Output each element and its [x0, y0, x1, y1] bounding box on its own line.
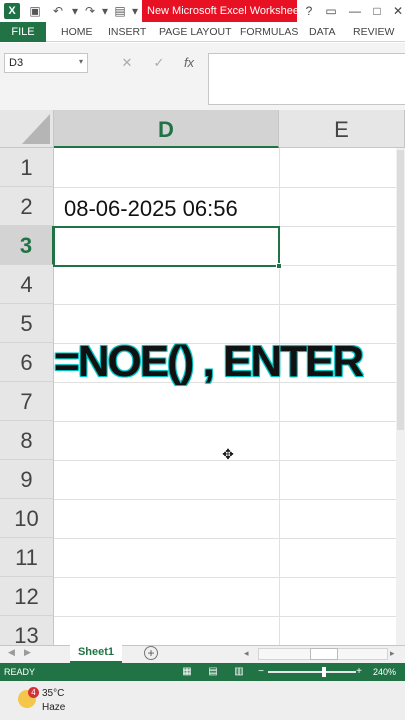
undo-icon[interactable]: ↶	[50, 3, 66, 19]
row-header-12[interactable]: 12	[0, 577, 54, 616]
row-header-4[interactable]: 4	[0, 265, 54, 304]
insert-function-icon[interactable]: fx	[180, 54, 198, 72]
zoom-slider-knob[interactable]	[322, 667, 326, 677]
gridline	[54, 577, 405, 578]
gridline	[54, 499, 405, 500]
save-icon[interactable]: ▣	[27, 3, 43, 19]
cancel-icon[interactable]: ✕	[118, 54, 136, 72]
tab-data[interactable]: DATA	[309, 22, 335, 42]
status-ready: READY	[4, 667, 36, 677]
normal-view-icon[interactable]: ▦	[180, 665, 194, 679]
tab-insert[interactable]: INSERT	[108, 22, 146, 42]
row-header-6[interactable]: 6	[0, 343, 54, 382]
zoom-slider[interactable]	[268, 671, 356, 673]
vertical-scrollbar-thumb[interactable]	[397, 150, 404, 430]
name-box-dropdown-icon[interactable]: ▾	[76, 55, 86, 69]
zoom-level[interactable]: 240%	[373, 663, 396, 681]
tab-scroll-right-icon[interactable]: ▶	[24, 647, 31, 658]
zoom-in-button[interactable]: +	[352, 665, 366, 679]
row-header-5[interactable]: 5	[0, 304, 54, 343]
row-header-7[interactable]: 7	[0, 382, 54, 421]
help-button[interactable]: ?	[300, 2, 318, 20]
weather-badge: 4	[28, 687, 39, 698]
hscroll-left-icon[interactable]: ◂	[244, 648, 249, 659]
restore-button[interactable]: □	[368, 2, 386, 20]
sheet-tab-sheet1[interactable]: Sheet1	[70, 643, 122, 663]
overlay-caption: =NOE() , ENTER	[54, 337, 364, 386]
enter-icon[interactable]: ✓	[150, 54, 168, 72]
quick-print-icon[interactable]: ▤	[112, 3, 128, 19]
row-header-11[interactable]: 11	[0, 538, 54, 577]
gridline	[54, 187, 405, 188]
add-sheet-button[interactable]: +	[144, 646, 158, 660]
formula-input[interactable]	[208, 53, 405, 105]
minimize-button[interactable]: —	[346, 2, 364, 20]
row-header-2[interactable]: 2	[0, 187, 54, 226]
gridline	[54, 616, 405, 617]
gridline	[279, 148, 280, 646]
tab-review[interactable]: REVIEW	[353, 22, 394, 42]
row-header-1[interactable]: 1	[0, 148, 54, 187]
cell-cursor-icon: ✥	[222, 446, 234, 462]
redo-dropdown-icon[interactable]: ▾	[97, 3, 113, 19]
tab-home[interactable]: HOME	[61, 22, 93, 42]
close-button[interactable]: ✕	[389, 2, 405, 20]
gridline	[54, 421, 405, 422]
tab-page-layout[interactable]: PAGE LAYOUT	[159, 22, 232, 42]
redo-icon[interactable]: ↷	[82, 3, 98, 19]
gridline	[54, 304, 405, 305]
row-header-8[interactable]: 8	[0, 421, 54, 460]
cell-d2[interactable]: 08-06-2025 06:56	[64, 190, 279, 228]
customize-toolbar-icon[interactable]: ▾	[127, 3, 143, 19]
taskbar	[0, 681, 405, 720]
select-all-triangle-icon	[22, 114, 50, 144]
row-header-10[interactable]: 10	[0, 499, 54, 538]
ribbon-display-icon[interactable]: ▭	[322, 2, 340, 20]
undo-dropdown-icon[interactable]: ▾	[67, 3, 83, 19]
window-title: New Microsoft Excel Workshee...	[142, 0, 297, 22]
weather-condition[interactable]: Haze	[42, 702, 65, 713]
hscroll-right-icon[interactable]: ▸	[390, 648, 395, 659]
column-header-e[interactable]: E	[279, 110, 405, 148]
tab-file[interactable]: FILE	[0, 22, 46, 42]
gridline	[54, 538, 405, 539]
zoom-out-button[interactable]: −	[254, 665, 268, 679]
row-header-9[interactable]: 9	[0, 460, 54, 499]
row-header-3[interactable]: 3	[0, 226, 54, 265]
excel-logo-icon: X	[4, 3, 20, 19]
row-header-13[interactable]: 13	[0, 616, 54, 646]
active-cell-d3[interactable]	[53, 226, 280, 267]
column-header-d[interactable]: D	[54, 110, 279, 148]
weather-temperature[interactable]: 35°C	[42, 688, 64, 699]
fill-handle[interactable]	[276, 263, 282, 269]
horizontal-scrollbar-thumb[interactable]	[310, 648, 338, 660]
page-break-view-icon[interactable]: ▥	[232, 665, 246, 679]
page-layout-view-icon[interactable]: ▤	[206, 665, 220, 679]
tab-scroll-left-icon[interactable]: ◀	[8, 647, 15, 658]
tab-formulas[interactable]: FORMULAS	[240, 22, 298, 42]
